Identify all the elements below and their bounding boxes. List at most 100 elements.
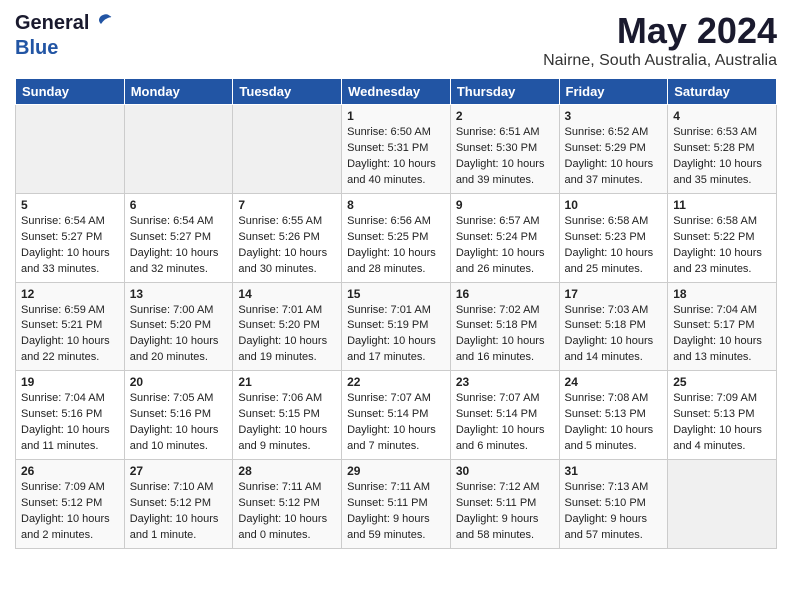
calendar-cell: 28 Sunrise: 7:11 AM Sunset: 5:12 PM Dayli…: [233, 460, 342, 549]
header: General Blue May 2024 Nairne, South Aust…: [15, 10, 777, 70]
month-title: May 2024: [543, 10, 777, 52]
day-info: Sunrise: 6:56 AM Sunset: 5:25 PM Dayligh…: [347, 214, 445, 278]
calendar-cell: 9 Sunrise: 6:57 AM Sunset: 5:24 PM Daylig…: [450, 193, 559, 282]
weekday-saturday: Saturday: [668, 79, 777, 105]
day-number: 3: [565, 109, 663, 123]
weekday-friday: Friday: [559, 79, 668, 105]
calendar-cell: 1 Sunrise: 6:50 AM Sunset: 5:31 PM Daylig…: [342, 105, 451, 194]
weekday-thursday: Thursday: [450, 79, 559, 105]
day-info: Sunrise: 6:51 AM Sunset: 5:30 PM Dayligh…: [456, 125, 554, 189]
day-number: 20: [130, 375, 228, 389]
day-info: Sunrise: 7:01 AM Sunset: 5:20 PM Dayligh…: [238, 303, 336, 367]
day-number: 25: [673, 375, 771, 389]
day-number: 11: [673, 198, 771, 212]
day-number: 18: [673, 287, 771, 301]
day-info: Sunrise: 6:58 AM Sunset: 5:23 PM Dayligh…: [565, 214, 663, 278]
day-number: 4: [673, 109, 771, 123]
day-info: Sunrise: 7:00 AM Sunset: 5:20 PM Dayligh…: [130, 303, 228, 367]
calendar-cell: [233, 105, 342, 194]
day-number: 1: [347, 109, 445, 123]
day-number: 17: [565, 287, 663, 301]
day-info: Sunrise: 6:54 AM Sunset: 5:27 PM Dayligh…: [21, 214, 119, 278]
calendar-cell: 4 Sunrise: 6:53 AM Sunset: 5:28 PM Daylig…: [668, 105, 777, 194]
day-number: 6: [130, 198, 228, 212]
day-number: 27: [130, 464, 228, 478]
calendar-cell: 23Sunrise: 7:07 AM Sunset: 5:14 PM Dayli…: [450, 371, 559, 460]
calendar-cell: 31Sunrise: 7:13 AM Sunset: 5:10 PM Dayli…: [559, 460, 668, 549]
day-number: 12: [21, 287, 119, 301]
day-info: Sunrise: 7:03 AM Sunset: 5:18 PM Dayligh…: [565, 303, 663, 367]
day-info: Sunrise: 6:52 AM Sunset: 5:29 PM Dayligh…: [565, 125, 663, 189]
calendar-cell: 20 Sunrise: 7:05 AM Sunset: 5:16 PM Dayli…: [124, 371, 233, 460]
day-info: Sunrise: 7:07 AM Sunset: 5:14 PM Dayligh…: [347, 391, 445, 455]
day-number: 13: [130, 287, 228, 301]
day-info: Sunrise: 6:58 AM Sunset: 5:22 PM Dayligh…: [673, 214, 771, 278]
calendar-cell: 24Sunrise: 7:08 AM Sunset: 5:13 PM Dayli…: [559, 371, 668, 460]
calendar-cell: 12 Sunrise: 6:59 AM Sunset: 5:21 PM Dayli…: [16, 282, 125, 371]
day-info: Sunrise: 7:04 AM Sunset: 5:17 PM Dayligh…: [673, 303, 771, 367]
day-number: 2: [456, 109, 554, 123]
location-title: Nairne, South Australia, Australia: [543, 52, 777, 70]
calendar-cell: 5 Sunrise: 6:54 AM Sunset: 5:27 PM Daylig…: [16, 193, 125, 282]
day-number: 16: [456, 287, 554, 301]
day-info: Sunrise: 7:12 AM Sunset: 5:11 PM Dayligh…: [456, 480, 554, 544]
day-info: Sunrise: 6:55 AM Sunset: 5:26 PM Dayligh…: [238, 214, 336, 278]
day-number: 9: [456, 198, 554, 212]
day-info: Sunrise: 7:10 AM Sunset: 5:12 PM Dayligh…: [130, 480, 228, 544]
calendar-cell: 10 Sunrise: 6:58 AM Sunset: 5:23 PM Dayli…: [559, 193, 668, 282]
day-info: Sunrise: 6:57 AM Sunset: 5:24 PM Dayligh…: [456, 214, 554, 278]
day-info: Sunrise: 6:54 AM Sunset: 5:27 PM Dayligh…: [130, 214, 228, 278]
day-number: 5: [21, 198, 119, 212]
weekday-monday: Monday: [124, 79, 233, 105]
day-info: Sunrise: 6:59 AM Sunset: 5:21 PM Dayligh…: [21, 303, 119, 367]
day-number: 7: [238, 198, 336, 212]
weekday-wednesday: Wednesday: [342, 79, 451, 105]
calendar-cell: [16, 105, 125, 194]
calendar-cell: 29Sunrise: 7:11 AM Sunset: 5:11 PM Dayli…: [342, 460, 451, 549]
weekday-header-row: SundayMondayTuesdayWednesdayThursdayFrid…: [16, 79, 777, 105]
day-info: Sunrise: 6:50 AM Sunset: 5:31 PM Dayligh…: [347, 125, 445, 189]
calendar-cell: 19 Sunrise: 7:04 AM Sunset: 5:16 PM Dayli…: [16, 371, 125, 460]
calendar-cell: 11 Sunrise: 6:58 AM Sunset: 5:22 PM Dayli…: [668, 193, 777, 282]
calendar-cell: 18 Sunrise: 7:04 AM Sunset: 5:17 PM Dayli…: [668, 282, 777, 371]
logo: General Blue: [15, 10, 115, 60]
weekday-sunday: Sunday: [16, 79, 125, 105]
calendar-cell: 7 Sunrise: 6:55 AM Sunset: 5:26 PM Daylig…: [233, 193, 342, 282]
calendar-cell: 15 Sunrise: 7:01 AM Sunset: 5:19 PM Dayli…: [342, 282, 451, 371]
weekday-tuesday: Tuesday: [233, 79, 342, 105]
calendar-cell: 2 Sunrise: 6:51 AM Sunset: 5:30 PM Daylig…: [450, 105, 559, 194]
day-number: 22: [347, 375, 445, 389]
logo-blue: Blue: [15, 37, 58, 59]
day-number: 29: [347, 464, 445, 478]
week-row-4: 19 Sunrise: 7:04 AM Sunset: 5:16 PM Dayli…: [16, 371, 777, 460]
day-number: 28: [238, 464, 336, 478]
day-info: Sunrise: 7:13 AM Sunset: 5:10 PM Dayligh…: [565, 480, 663, 544]
calendar-cell: 3 Sunrise: 6:52 AM Sunset: 5:29 PM Daylig…: [559, 105, 668, 194]
day-info: Sunrise: 7:11 AM Sunset: 5:12 PM Dayligh…: [238, 480, 336, 544]
calendar-cell: 26 Sunrise: 7:09 AM Sunset: 5:12 PM Dayli…: [16, 460, 125, 549]
week-row-3: 12 Sunrise: 6:59 AM Sunset: 5:21 PM Dayli…: [16, 282, 777, 371]
day-info: Sunrise: 7:05 AM Sunset: 5:16 PM Dayligh…: [130, 391, 228, 455]
calendar-cell: 17 Sunrise: 7:03 AM Sunset: 5:18 PM Dayli…: [559, 282, 668, 371]
calendar-cell: 6 Sunrise: 6:54 AM Sunset: 5:27 PM Daylig…: [124, 193, 233, 282]
day-number: 24: [565, 375, 663, 389]
day-info: Sunrise: 6:53 AM Sunset: 5:28 PM Dayligh…: [673, 125, 771, 189]
week-row-2: 5 Sunrise: 6:54 AM Sunset: 5:27 PM Daylig…: [16, 193, 777, 282]
calendar: SundayMondayTuesdayWednesdayThursdayFrid…: [15, 78, 777, 549]
day-info: Sunrise: 7:09 AM Sunset: 5:12 PM Dayligh…: [21, 480, 119, 544]
title-area: May 2024 Nairne, South Australia, Austra…: [543, 10, 777, 70]
day-number: 10: [565, 198, 663, 212]
day-number: 26: [21, 464, 119, 478]
calendar-cell: 13 Sunrise: 7:00 AM Sunset: 5:20 PM Dayli…: [124, 282, 233, 371]
day-number: 19: [21, 375, 119, 389]
calendar-cell: 27 Sunrise: 7:10 AM Sunset: 5:12 PM Dayli…: [124, 460, 233, 549]
day-info: Sunrise: 7:01 AM Sunset: 5:19 PM Dayligh…: [347, 303, 445, 367]
calendar-cell: [124, 105, 233, 194]
day-number: 14: [238, 287, 336, 301]
calendar-cell: 14 Sunrise: 7:01 AM Sunset: 5:20 PM Dayli…: [233, 282, 342, 371]
day-number: 15: [347, 287, 445, 301]
day-info: Sunrise: 7:06 AM Sunset: 5:15 PM Dayligh…: [238, 391, 336, 455]
calendar-cell: [668, 460, 777, 549]
week-row-1: 1 Sunrise: 6:50 AM Sunset: 5:31 PM Daylig…: [16, 105, 777, 194]
day-info: Sunrise: 7:04 AM Sunset: 5:16 PM Dayligh…: [21, 391, 119, 455]
